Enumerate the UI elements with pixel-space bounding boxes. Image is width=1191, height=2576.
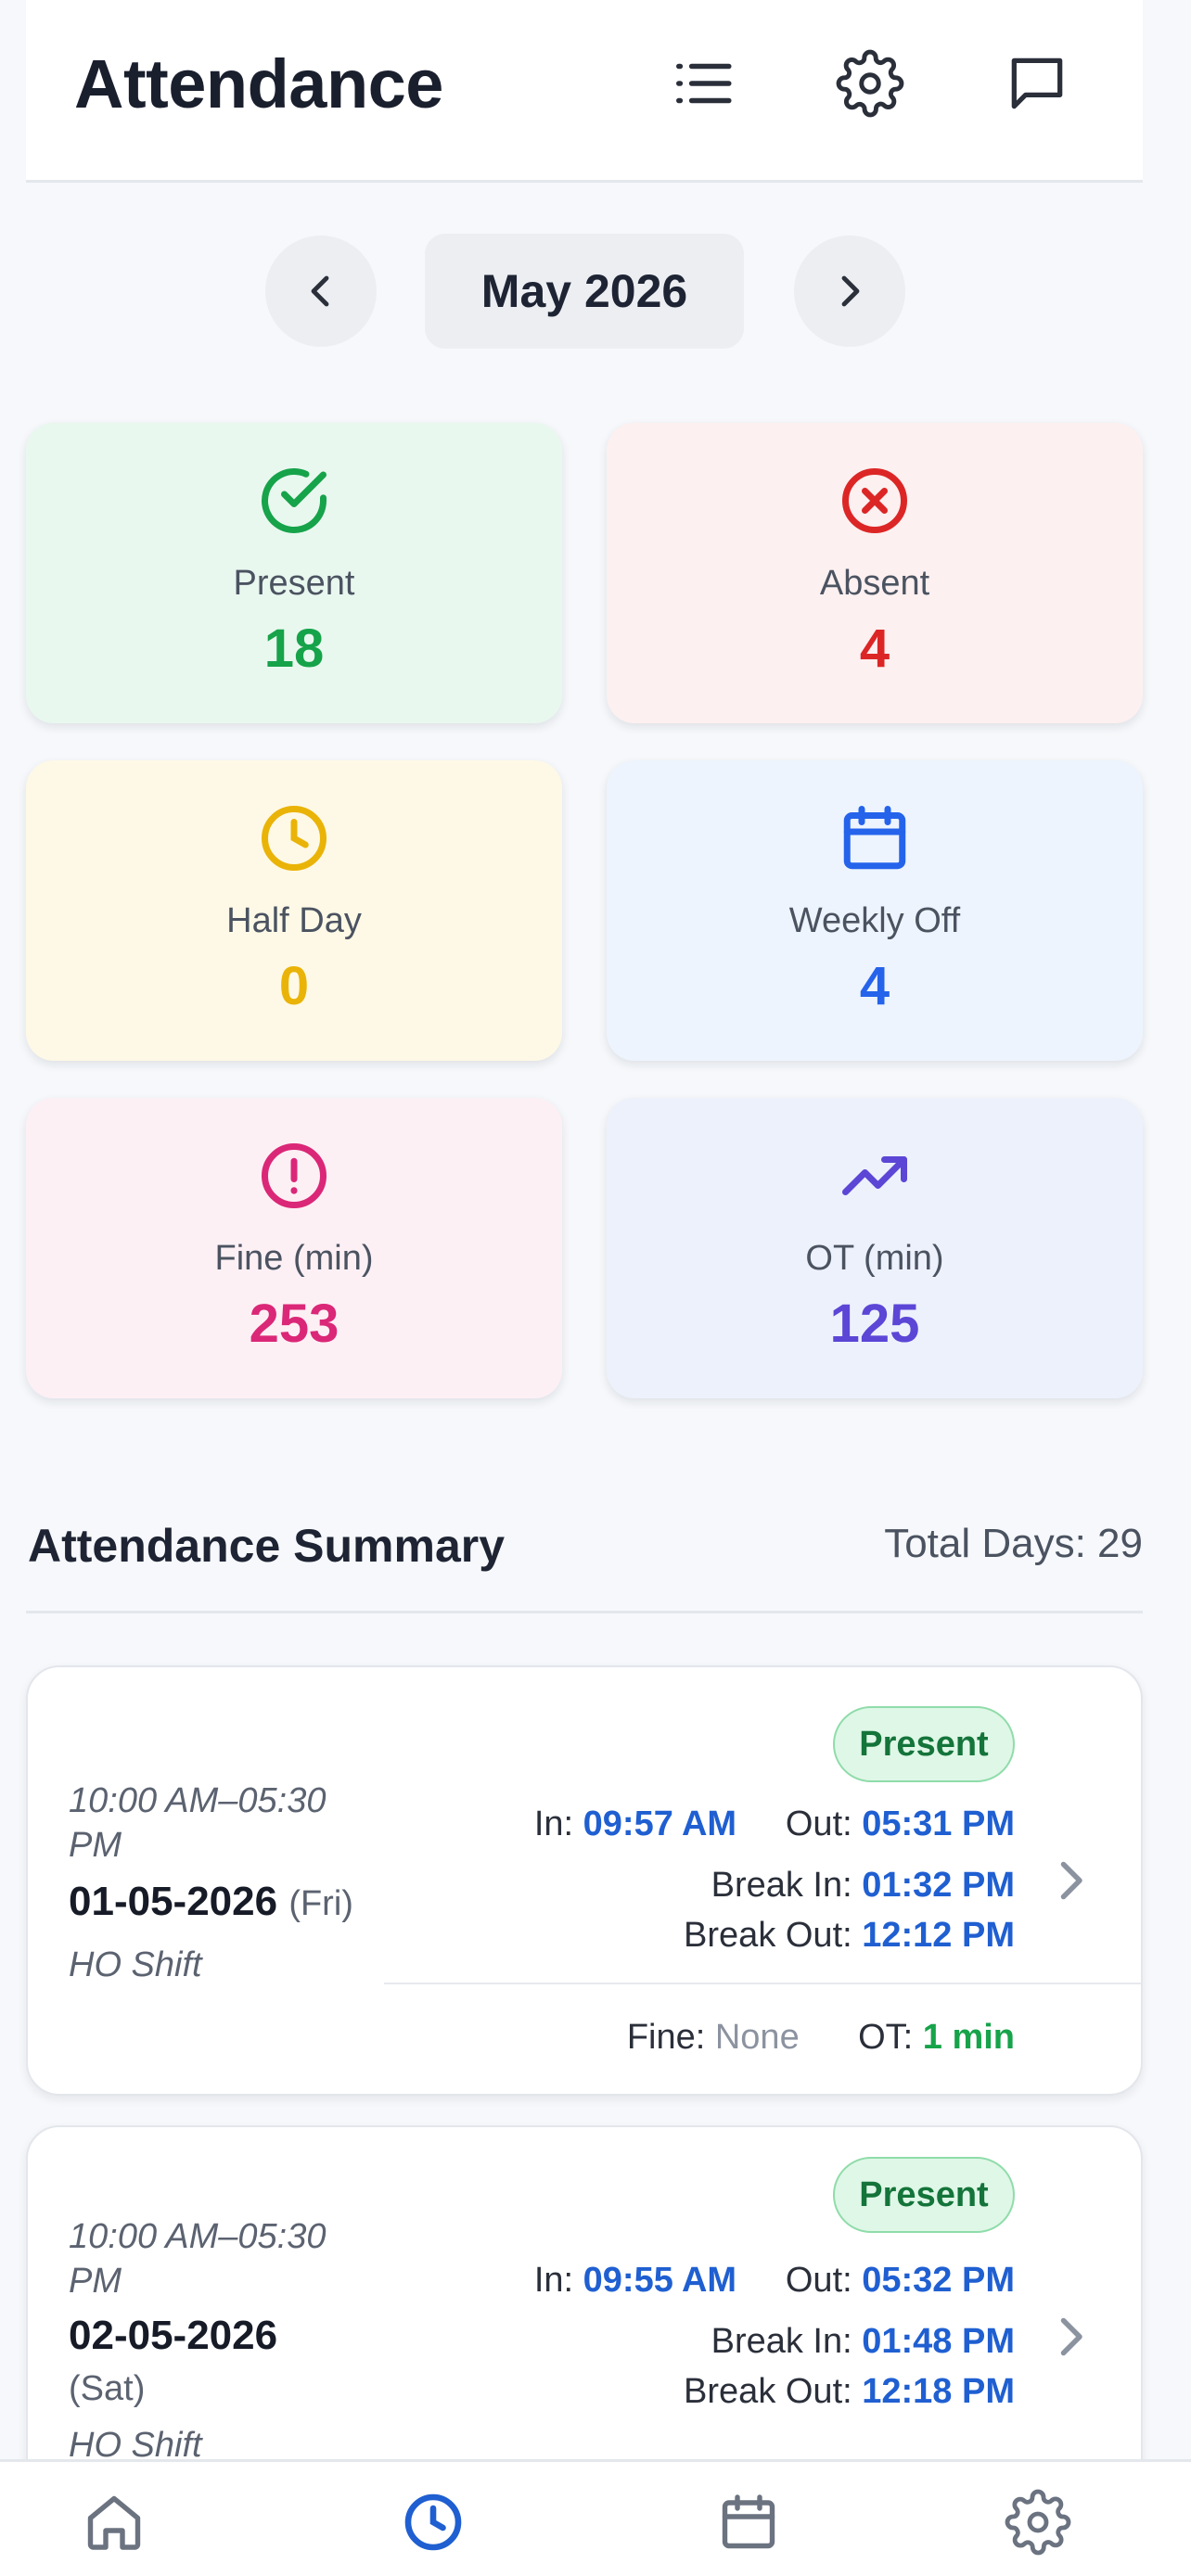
summary-title: Attendance Summary: [28, 1520, 506, 1572]
shift-time: 10:00 AM–05:30 PM: [69, 1781, 327, 1865]
chevron-right-icon: [1060, 2317, 1082, 2356]
chevron-left-icon: [311, 275, 329, 307]
list-button[interactable]: [664, 45, 742, 122]
record-date: 02-05-2026: [69, 2313, 277, 2359]
record-open-button[interactable]: [1052, 2309, 1089, 2365]
attendance-screen: Attendance May 2026 Present 18 Absent 4 …: [0, 0, 1191, 2576]
break-in-time-row: Break In: 01:48 PM: [711, 2322, 1015, 2362]
break-out-time: 12:12 PM: [862, 1916, 1015, 1955]
clock-icon: [262, 806, 327, 871]
break-in-time: 01:48 PM: [862, 2322, 1015, 2361]
nav-attendance[interactable]: [391, 2480, 475, 2564]
nav-home[interactable]: [72, 2480, 156, 2564]
break-out-label: Break Out:: [684, 1916, 852, 1955]
out-label: Out:: [785, 2261, 852, 2300]
stat-label: Absent: [819, 564, 930, 603]
fine-ot-row: Fine: None OT: 1 min: [627, 2018, 1015, 2058]
next-month-button[interactable]: [794, 236, 905, 347]
app-header: Attendance: [26, 0, 1143, 183]
ot-label: OT:: [858, 2018, 914, 2057]
stat-label: Half Day: [226, 901, 362, 940]
break-out-time-row: Break Out: 12:18 PM: [684, 2372, 1015, 2412]
in-label: In:: [533, 2261, 574, 2300]
gear-icon: [1005, 2489, 1071, 2556]
stat-value: 18: [263, 618, 325, 679]
clock-icon: [404, 2493, 462, 2551]
settings-button[interactable]: [831, 45, 909, 122]
date-value: 02-05-2026: [69, 2313, 278, 2358]
record-open-button[interactable]: [1052, 1853, 1089, 1908]
break-in-label: Break In:: [711, 2322, 852, 2361]
trending-up-icon: [842, 1156, 907, 1195]
date-value: 01-05-2026: [69, 1879, 278, 1924]
chevron-right-icon: [841, 275, 860, 307]
in-time: 09:57 AM: [583, 1804, 737, 1843]
chevron-right-icon: [1060, 1861, 1082, 1900]
x-circle-icon: [842, 468, 907, 533]
nav-calendar[interactable]: [707, 2480, 790, 2564]
record-date: 01-05-2026 (Fri): [69, 1879, 353, 1925]
break-out-label: Break Out:: [684, 2372, 852, 2411]
list-icon: [676, 63, 732, 104]
fine-value: None: [714, 2018, 800, 2057]
gear-icon: [836, 49, 904, 118]
stat-label: Fine (min): [214, 1239, 374, 1278]
stat-card-weekly-off[interactable]: Weekly Off 4: [607, 760, 1143, 1061]
break-in-time-row: Break In: 01:32 PM: [711, 1866, 1015, 1906]
in-label: In:: [533, 1804, 574, 1843]
stat-label: OT (min): [805, 1239, 944, 1278]
alert-circle-icon: [262, 1143, 327, 1208]
stat-card-fine[interactable]: Fine (min) 253: [26, 1098, 562, 1398]
stat-value: 0: [278, 956, 310, 1016]
shift-name: HO Shift: [69, 1945, 202, 1984]
check-circle-icon: [262, 468, 327, 533]
calendar-icon: [843, 806, 906, 870]
month-label[interactable]: May 2026: [425, 234, 744, 349]
stat-card-half-day[interactable]: Half Day 0: [26, 760, 562, 1061]
calendar-icon: [722, 2494, 775, 2549]
out-time: 05:32 PM: [862, 2261, 1015, 2300]
shift-time: 10:00 AM–05:30 PM: [69, 2217, 327, 2301]
bottom-nav: [0, 2459, 1191, 2576]
page-title: Attendance: [74, 45, 443, 122]
chat-button[interactable]: [998, 45, 1076, 122]
home-icon: [87, 2495, 141, 2550]
nav-settings[interactable]: [996, 2480, 1080, 2564]
stat-label: Present: [233, 564, 355, 603]
in-out-times: In: 09:55 AM Out: 05:32 PM: [534, 2261, 1015, 2301]
in-out-times: In: 09:57 AM Out: 05:31 PM: [534, 1804, 1015, 1844]
divider: [384, 1983, 1141, 1984]
prev-month-button[interactable]: [265, 236, 377, 347]
stat-value: 4: [859, 956, 890, 1016]
chat-icon: [1011, 57, 1063, 109]
total-days: Total Days: 29: [884, 1521, 1143, 1566]
break-in-label: Break In:: [711, 1866, 852, 1905]
stat-card-present[interactable]: Present 18: [26, 423, 562, 723]
in-time: 09:55 AM: [583, 2261, 737, 2300]
stat-value: 4: [859, 618, 890, 679]
day-value: (Fri): [288, 1884, 353, 1923]
break-out-time-row: Break Out: 12:12 PM: [684, 1916, 1015, 1956]
stat-value: 125: [829, 1294, 920, 1354]
status-badge: Present: [833, 1706, 1015, 1782]
break-in-time: 01:32 PM: [862, 1866, 1015, 1905]
status-badge: Present: [833, 2157, 1015, 2233]
fine-label: Fine:: [626, 2018, 706, 2057]
attendance-record[interactable]: 10:00 AM–05:30 PM 01-05-2026 (Fri) HO Sh…: [26, 1665, 1143, 2096]
stat-card-ot[interactable]: OT (min) 125: [607, 1098, 1143, 1398]
month-navigator: May 2026: [0, 234, 1191, 349]
ot-value: 1 min: [922, 2018, 1015, 2057]
out-label: Out:: [785, 1804, 852, 1843]
day-value: (Sat): [69, 2369, 146, 2408]
stat-card-absent[interactable]: Absent 4: [607, 423, 1143, 723]
out-time: 05:31 PM: [862, 1804, 1015, 1843]
stat-value: 253: [249, 1294, 339, 1354]
break-out-time: 12:18 PM: [862, 2372, 1015, 2411]
summary-header: Attendance Summary Total Days: 29: [26, 1502, 1143, 1613]
stat-label: Weekly Off: [788, 901, 961, 940]
